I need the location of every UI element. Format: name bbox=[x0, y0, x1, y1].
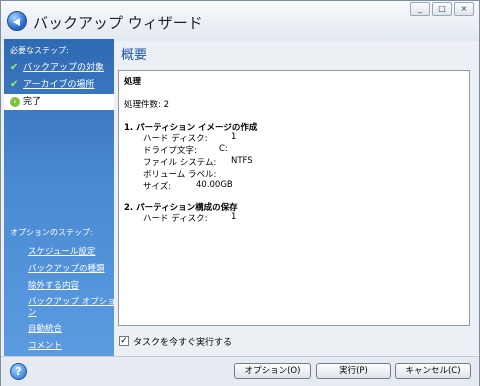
sidebar-item-comments[interactable]: コメント bbox=[28, 339, 62, 351]
minimize-button[interactable]: _ bbox=[410, 2, 430, 16]
check-icon: ✔ bbox=[10, 62, 19, 73]
check-icon: ✔ bbox=[10, 79, 19, 90]
run-now-label[interactable]: タスクを今すぐ実行する bbox=[133, 335, 232, 348]
sidebar-item-exclusions[interactable]: 除外する内容 bbox=[28, 279, 79, 291]
op1-value-disk: 1 bbox=[231, 132, 237, 142]
sidebar-item-backup-options[interactable]: バックアップ オプショ bbox=[28, 295, 116, 307]
summary-heading: 処理 bbox=[124, 77, 142, 87]
operation-count: 処理件数: 2 bbox=[124, 100, 169, 110]
op2-label-disk: ハード ディスク: bbox=[143, 214, 208, 224]
sidebar-item-schedule[interactable]: スケジュール設定 bbox=[28, 245, 95, 257]
options-button[interactable]: オプション(O) bbox=[234, 363, 311, 379]
sidebar: 必要なステップ: ✔ バックアップの対象 ✔ アーカイブの場所 › 完了 オプシ… bbox=[4, 39, 116, 357]
sidebar-item-backup-target[interactable]: ✔ バックアップの対象 bbox=[4, 60, 114, 76]
run-button[interactable]: 実行(P) bbox=[316, 363, 391, 379]
title-bar[interactable]: バックアップ ウィザード _ □ × bbox=[1, 1, 479, 41]
window-title: バックアップ ウィザード bbox=[33, 14, 203, 32]
wizard-window: バックアップ ウィザード _ □ × 必要なステップ: ✔ バックアップの対象 … bbox=[0, 0, 480, 386]
op1-label-filesystem: ファイル システム: bbox=[143, 158, 217, 168]
op1-label-disk: ハード ディスク: bbox=[143, 134, 208, 144]
backup-app-icon bbox=[7, 11, 27, 31]
op1-label-size: サイズ: bbox=[143, 182, 172, 192]
arrow-right-icon: › bbox=[10, 97, 20, 107]
page-title: 概要 bbox=[121, 48, 148, 63]
sidebar-item-archive-location[interactable]: ✔ アーカイブの場所 bbox=[4, 77, 114, 93]
sidebar-item-backup-type[interactable]: バックアップの種類 bbox=[28, 262, 105, 274]
op1-label-volume: ボリューム ラベル: bbox=[143, 170, 217, 180]
sidebar-item-label: アーカイブの場所 bbox=[23, 80, 95, 90]
cancel-button[interactable]: キャンセル(C) bbox=[395, 363, 471, 379]
op1-value-drive: C: bbox=[219, 144, 228, 154]
sidebar-item-auto-consolidation[interactable]: 自動統合 bbox=[28, 322, 62, 334]
run-now-checkbox[interactable]: ✓ bbox=[119, 336, 129, 346]
sidebar-item-finish[interactable]: › 完了 bbox=[4, 94, 114, 110]
summary-panel: 処理 処理件数: 2 1. パーティション イメージの作成 ハード ディスク: … bbox=[118, 70, 470, 326]
sidebar-item-label: 完了 bbox=[23, 97, 42, 107]
optional-steps-title: オプションのステップ: bbox=[10, 228, 93, 237]
footer: ? オプション(O) 実行(P) キャンセル(C) bbox=[1, 356, 479, 386]
op1-value-filesystem: NTFS bbox=[231, 156, 253, 166]
sidebar-item-backup-options-wrap[interactable]: ン bbox=[28, 306, 37, 318]
op2-value-disk: 1 bbox=[231, 212, 237, 222]
required-steps-title: 必要なステップ: bbox=[10, 46, 69, 55]
help-icon[interactable]: ? bbox=[10, 363, 27, 380]
maximize-button[interactable]: □ bbox=[432, 2, 452, 16]
op1-label-drive: ドライブ文字: bbox=[143, 146, 197, 156]
op1-value-size: 40.00GB bbox=[196, 180, 233, 190]
sidebar-item-label: バックアップの対象 bbox=[23, 63, 105, 73]
close-button[interactable]: × bbox=[454, 2, 474, 16]
